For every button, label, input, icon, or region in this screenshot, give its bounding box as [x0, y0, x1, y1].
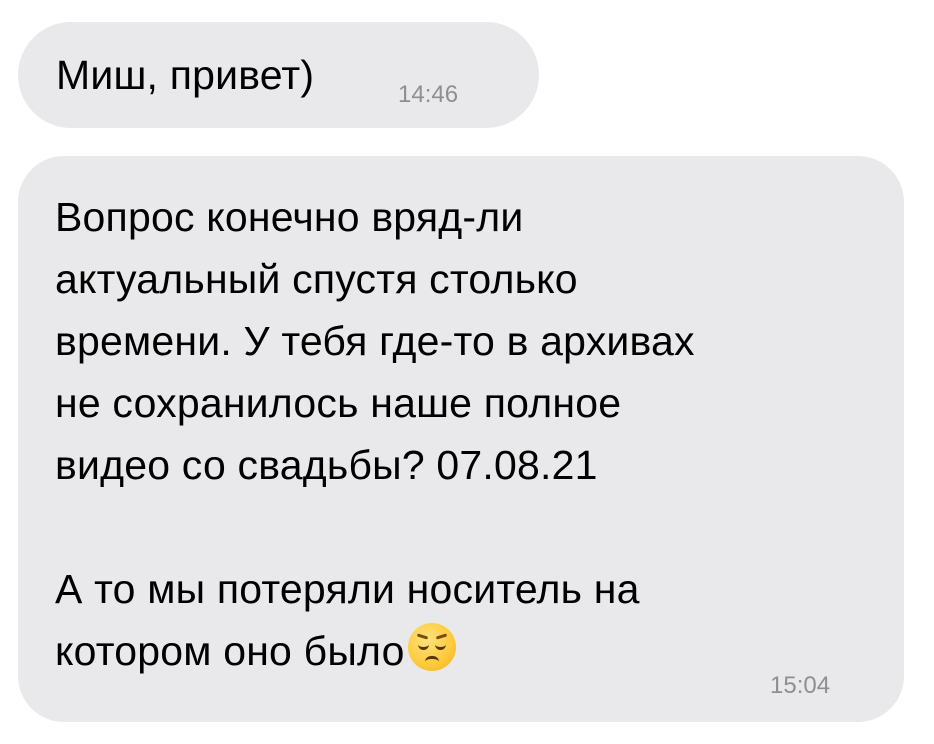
- message-line-last: котором оно было: [55, 620, 695, 682]
- message-timestamp: 15:04: [770, 672, 831, 699]
- message-bubble[interactable]: Миш, привет) 14:46: [18, 22, 539, 128]
- message-line: [55, 496, 695, 558]
- message-line: не сохранилось наше полное: [55, 380, 622, 426]
- message-bubble[interactable]: Вопрос конечно вряд-ли актуальный спустя…: [18, 156, 904, 722]
- message-line: Миш, привет): [56, 52, 315, 98]
- message-line: Вопрос конечно вряд-ли: [55, 194, 524, 240]
- message-timestamp: 14:46: [398, 81, 459, 108]
- message-line: актуальный спустя столько: [55, 256, 578, 302]
- pensive-face-icon: [407, 623, 456, 671]
- message-line: времени. У тебя где-то в архивах: [55, 318, 695, 364]
- message-line-text: котором оно было: [55, 628, 405, 674]
- message-text: Вопрос конечно вряд-ли актуальный спустя…: [55, 186, 695, 682]
- message-line: видео со свадьбы? 07.08.21: [55, 442, 598, 488]
- message-text: Миш, привет): [56, 44, 314, 106]
- message-line: А то мы потеряли носитель на: [55, 566, 640, 612]
